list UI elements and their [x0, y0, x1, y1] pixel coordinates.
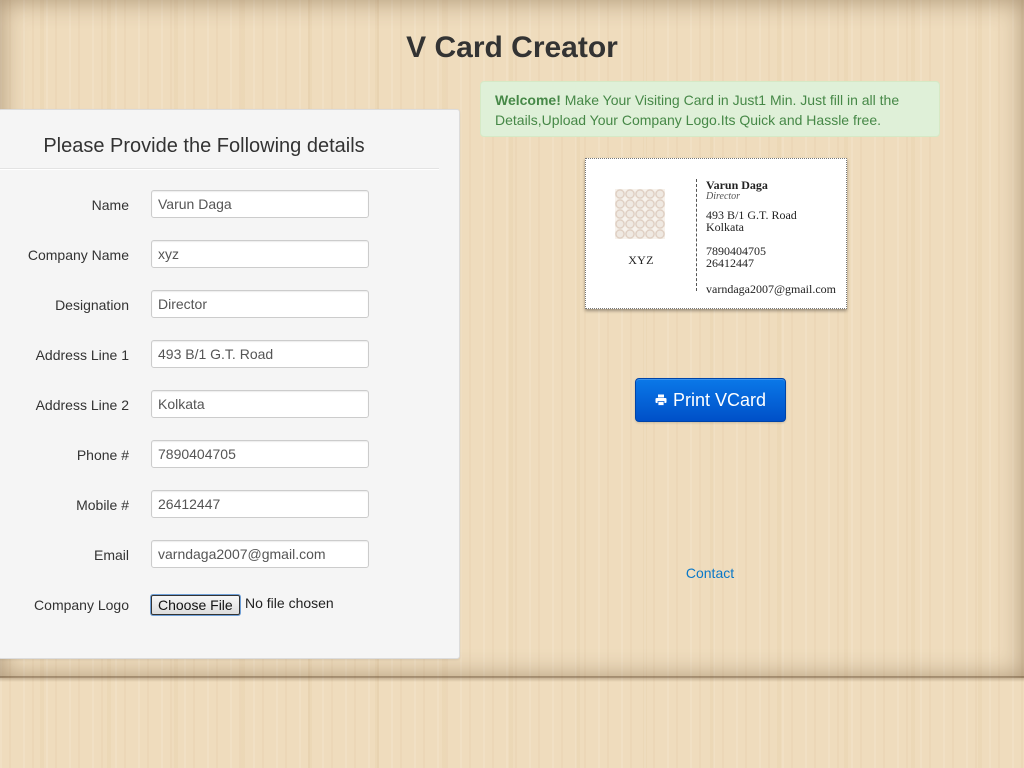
- choose-file-button[interactable]: Choose File: [151, 595, 240, 615]
- form-heading-divider: [0, 168, 439, 170]
- page-title: V Card Creator: [406, 31, 618, 64]
- card-designation: Director: [706, 191, 741, 202]
- card-address-line-2: Kolkata: [706, 220, 744, 234]
- print-icon: [655, 394, 667, 406]
- field-row-company: Company Name: [0, 240, 459, 270]
- email-input[interactable]: [151, 540, 369, 568]
- card-details: Varun Daga Director 493 B/1 G.T. Road Ko…: [706, 179, 836, 295]
- address-line-2-input[interactable]: [151, 390, 369, 418]
- background-edge-shadow: [0, 676, 1024, 682]
- field-row-mobile: Mobile #: [0, 490, 459, 520]
- card-company-name: XYZ: [628, 253, 654, 267]
- phone-input[interactable]: [151, 440, 369, 468]
- card-person-name: Varun Daga: [706, 178, 768, 192]
- print-button-label: Print VCard: [672, 389, 767, 410]
- address-line-1-label: Address Line 1: [35, 347, 129, 363]
- designation-label: Designation: [55, 297, 129, 313]
- name-label: Name: [91, 197, 129, 213]
- field-row-address2: Address Line 2: [0, 390, 459, 420]
- field-row-name: Name: [0, 190, 459, 220]
- company-logo-placeholder: [615, 189, 665, 239]
- designation-input[interactable]: [151, 290, 369, 318]
- address-line-1-input[interactable]: [151, 340, 369, 368]
- field-row-logo: Company Logo Choose File No file chosen: [0, 592, 459, 622]
- card-mobile: 26412447: [706, 256, 754, 270]
- field-row-phone: Phone #: [0, 440, 459, 470]
- company-name-input[interactable]: [151, 240, 369, 268]
- vcard-preview: XYZ Varun Daga Director 493 B/1 G.T. Roa…: [585, 158, 847, 309]
- field-row-address1: Address Line 1: [0, 340, 459, 370]
- welcome-alert: Welcome! Make Your Visiting Card in Just…: [480, 81, 940, 137]
- address-line-2-label: Address Line 2: [35, 397, 129, 413]
- print-vcard-button[interactable]: Print VCard: [635, 378, 786, 422]
- file-status-text: No file chosen: [245, 595, 334, 611]
- card-email: varndaga2007@gmail.com: [706, 282, 837, 296]
- company-name-label: Company Name: [27, 247, 129, 263]
- mobile-input[interactable]: [151, 490, 369, 518]
- form-heading: Please Provide the Following details: [43, 135, 365, 157]
- email-label: Email: [93, 547, 129, 563]
- phone-label: Phone #: [76, 447, 129, 463]
- name-input[interactable]: [151, 190, 369, 218]
- contact-link[interactable]: Contact: [0, 565, 1024, 581]
- alert-strong-text: Welcome!: [495, 92, 561, 108]
- field-row-designation: Designation: [0, 290, 459, 320]
- mobile-label: Mobile #: [76, 497, 129, 513]
- company-logo-label: Company Logo: [34, 597, 129, 613]
- card-divider: [696, 179, 697, 291]
